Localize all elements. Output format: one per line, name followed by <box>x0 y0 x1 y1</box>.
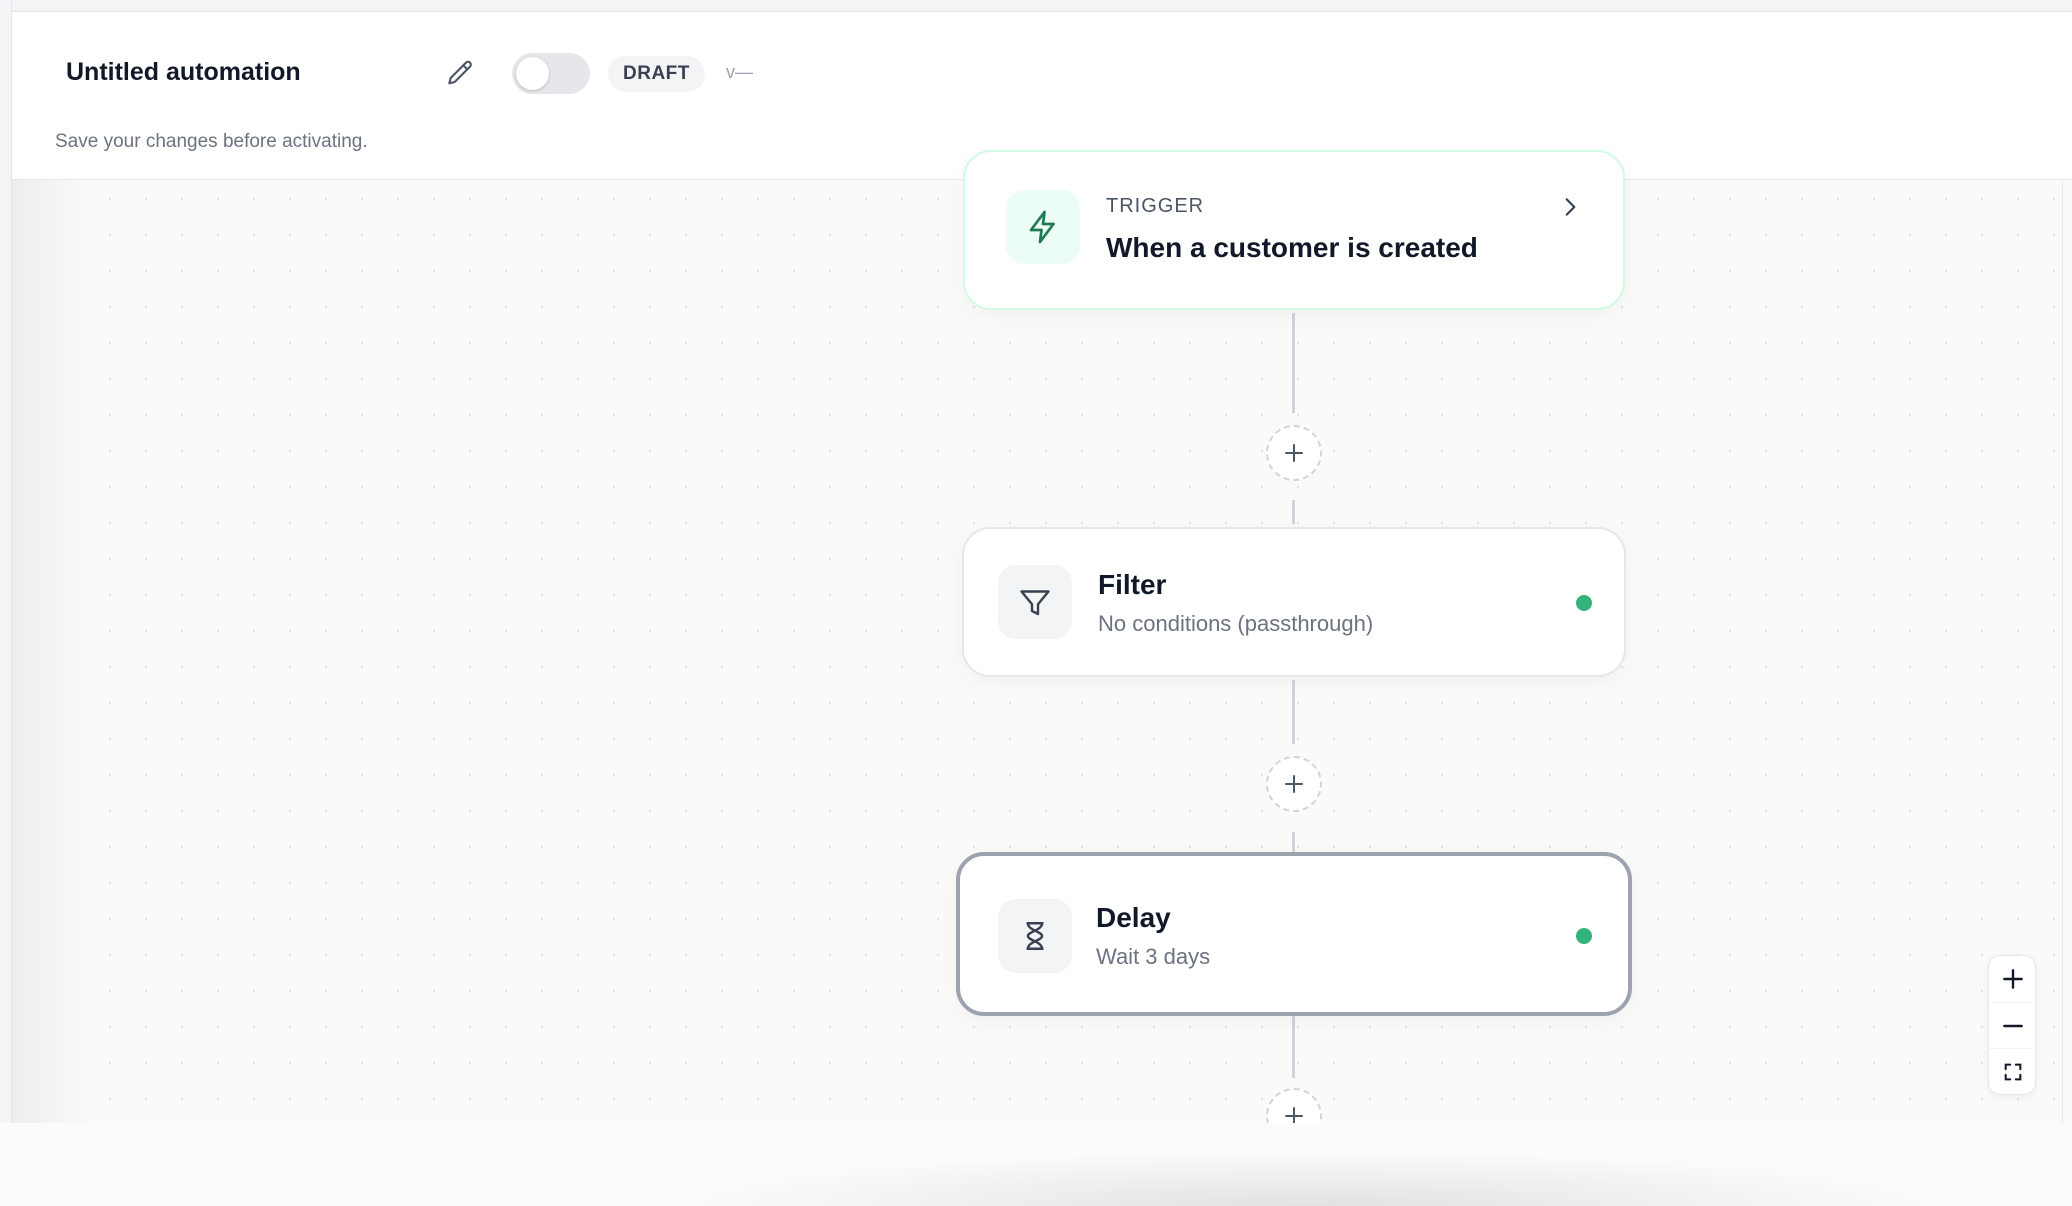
filter-subtitle: No conditions (passthrough) <box>1098 611 1374 636</box>
save-hint: Save your changes before activating. <box>55 131 368 152</box>
add-step-button[interactable] <box>1266 425 1322 481</box>
automation-editor: Untitled automation DRAFT v— Save your c… <box>0 0 2072 1206</box>
left-shadow <box>12 180 92 1140</box>
trigger-node[interactable]: TRIGGER When a customer is created <box>963 150 1625 310</box>
fullscreen-icon <box>2004 1063 2022 1080</box>
connector-line <box>1292 500 1295 524</box>
header-top-edge <box>12 0 2072 12</box>
pencil-icon[interactable] <box>444 58 476 90</box>
version-label: v— <box>726 62 753 82</box>
automation-title: Untitled automation <box>66 58 301 86</box>
chevron-right-icon[interactable] <box>1557 194 1583 220</box>
plus-icon <box>2003 969 2023 989</box>
minus-icon <box>2003 1024 2023 1027</box>
connector-line <box>1292 832 1295 852</box>
delay-node[interactable]: Delay Wait 3 days <box>956 852 1632 1016</box>
trigger-kicker: TRIGGER <box>1106 195 1205 217</box>
delay-subtitle: Wait 3 days <box>1096 944 1211 969</box>
delay-title: Delay <box>1096 902 1171 933</box>
fit-view-button[interactable] <box>1989 1048 2037 1094</box>
trigger-title: When a customer is created <box>1106 232 1478 263</box>
connector-line <box>1292 313 1295 413</box>
active-toggle[interactable] <box>512 53 590 94</box>
bottom-panel-shadow <box>680 1150 1940 1206</box>
funnel-icon <box>998 565 1072 639</box>
status-dot <box>1576 595 1592 611</box>
left-sidebar-edge <box>0 0 12 1170</box>
zoom-out-button[interactable] <box>1989 1002 2037 1048</box>
status-badge: DRAFT <box>608 56 705 92</box>
hourglass-icon <box>998 899 1072 973</box>
connector-line <box>1292 1016 1295 1078</box>
connector-line <box>1292 680 1295 744</box>
add-step-button[interactable] <box>1266 756 1322 812</box>
toggle-knob <box>516 57 549 90</box>
filter-node[interactable]: Filter No conditions (passthrough) <box>962 527 1626 677</box>
lightning-icon <box>1006 190 1080 264</box>
zoom-controls <box>1988 955 2037 1095</box>
filter-title: Filter <box>1098 569 1167 600</box>
right-panel-edge <box>2062 181 2072 1123</box>
zoom-in-button[interactable] <box>1989 956 2037 1002</box>
plus-icon <box>1285 775 1303 793</box>
status-dot <box>1576 928 1592 944</box>
plus-icon <box>1285 444 1303 462</box>
